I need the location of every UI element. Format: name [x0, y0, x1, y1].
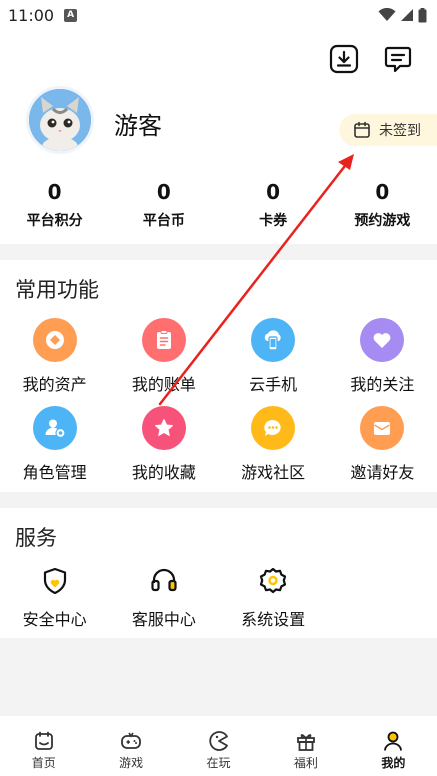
function-label: 游戏社区: [241, 463, 306, 482]
message-icon: [384, 46, 412, 73]
chat-icon: [251, 406, 296, 450]
cat-avatar-icon: [29, 89, 91, 151]
common-functions-card: 常用功能 我的资产 我的账单 云手机 我的关注 角色管理 我的收藏 游戏社区 邀…: [0, 260, 437, 492]
gear-icon: [256, 564, 290, 598]
service-system-settings[interactable]: 系统设置: [219, 564, 328, 630]
tab-home[interactable]: 首页: [0, 716, 87, 776]
function-label: 云手机: [249, 375, 298, 394]
tab-playing[interactable]: 在玩: [175, 716, 262, 776]
star-icon: [141, 406, 186, 450]
services-grid: 安全中心 客服中心 系统设置: [0, 564, 437, 630]
service-label: 系统设置: [241, 610, 306, 629]
stat-points[interactable]: 0 平台积分: [0, 180, 109, 230]
function-label: 我的资产: [22, 375, 87, 394]
message-button[interactable]: [381, 42, 415, 76]
stat-label: 预约游戏: [354, 213, 411, 229]
person-icon: [384, 731, 403, 751]
function-game-community[interactable]: 游戏社区: [219, 406, 328, 494]
tab-label: 游戏: [119, 756, 144, 770]
status-time: 11:00: [8, 5, 55, 25]
function-label: 邀请好友: [350, 463, 415, 482]
shield-icon: [38, 564, 72, 598]
header-actions: [327, 42, 415, 76]
battery-icon: [418, 7, 427, 22]
wifi-icon: [378, 8, 396, 21]
function-label: 我的关注: [350, 375, 415, 394]
stat-value: 0: [47, 180, 62, 204]
role-icon: [32, 406, 77, 450]
bill-icon: [141, 318, 186, 362]
cloud-phone-icon: [251, 318, 296, 362]
heart-icon: [360, 318, 405, 362]
home-icon: [34, 731, 53, 750]
section-title: 常用功能: [15, 278, 99, 302]
download-icon: [329, 44, 359, 74]
username: 游客: [114, 112, 162, 140]
tab-label: 福利: [293, 756, 318, 770]
function-label: 我的收藏: [131, 463, 196, 482]
status-bar: 11:00 A: [0, 0, 437, 30]
tab-label: 首页: [31, 756, 56, 770]
function-invite-friends[interactable]: 邀请好友: [328, 406, 437, 494]
stat-value: 0: [375, 180, 390, 204]
stat-value: 0: [266, 180, 281, 204]
section-title: 服务: [15, 526, 57, 550]
stat-reserved-games[interactable]: 0 预约游戏: [328, 180, 437, 230]
checkin-button[interactable]: 未签到: [339, 114, 437, 146]
gift-icon: [297, 734, 315, 751]
services-card: 服务 安全中心 客服中心 系统设置: [0, 508, 437, 638]
download-button[interactable]: [327, 42, 361, 76]
checkin-label: 未签到: [379, 123, 421, 139]
function-label: 我的账单: [131, 375, 196, 394]
bottom-tab-bar: 首页 游戏 在玩 福利 我的: [0, 716, 437, 776]
service-label: 客服中心: [131, 610, 196, 629]
function-my-bills[interactable]: 我的账单: [109, 318, 218, 406]
status-icons: [378, 7, 427, 23]
tab-label: 我的: [381, 756, 406, 770]
function-label: 角色管理: [22, 463, 87, 482]
function-grid: 我的资产 我的账单 云手机 我的关注 角色管理 我的收藏 游戏社区 邀请好友: [0, 318, 437, 494]
stat-label: 平台积分: [26, 213, 83, 229]
mail-icon: [360, 406, 405, 450]
sim-icon: A: [64, 8, 78, 22]
calendar-icon: [354, 121, 370, 138]
function-my-follows[interactable]: 我的关注: [328, 318, 437, 406]
tab-welfare[interactable]: 福利: [262, 716, 349, 776]
stat-label: 卡券: [259, 213, 288, 229]
tab-label: 在玩: [206, 756, 231, 770]
profile-header: 游客 未签到 0 平台积分 0 平台币 0 卡券 0 预约游戏: [0, 30, 437, 244]
avatar[interactable]: [26, 86, 94, 154]
stat-coupons[interactable]: 0 卡券: [219, 180, 328, 230]
playing-icon: [208, 731, 228, 751]
headset-icon: [147, 564, 181, 598]
stat-coins[interactable]: 0 平台币: [109, 180, 218, 230]
stat-value: 0: [156, 180, 171, 204]
stats-row: 0 平台积分 0 平台币 0 卡券 0 预约游戏: [0, 180, 437, 230]
function-my-assets[interactable]: 我的资产: [0, 318, 109, 406]
asset-icon: [32, 318, 77, 362]
function-cloud-phone[interactable]: 云手机: [219, 318, 328, 406]
gamepad-icon: [121, 732, 142, 749]
tab-games[interactable]: 游戏: [87, 716, 174, 776]
service-security-center[interactable]: 安全中心: [0, 564, 109, 630]
stat-label: 平台币: [142, 213, 185, 229]
signal-icon: [401, 9, 413, 21]
function-my-favorites[interactable]: 我的收藏: [109, 406, 218, 494]
service-label: 安全中心: [22, 610, 87, 629]
service-customer-center[interactable]: 客服中心: [109, 564, 218, 630]
function-role-management[interactable]: 角色管理: [0, 406, 109, 494]
tab-mine[interactable]: 我的: [350, 716, 437, 776]
